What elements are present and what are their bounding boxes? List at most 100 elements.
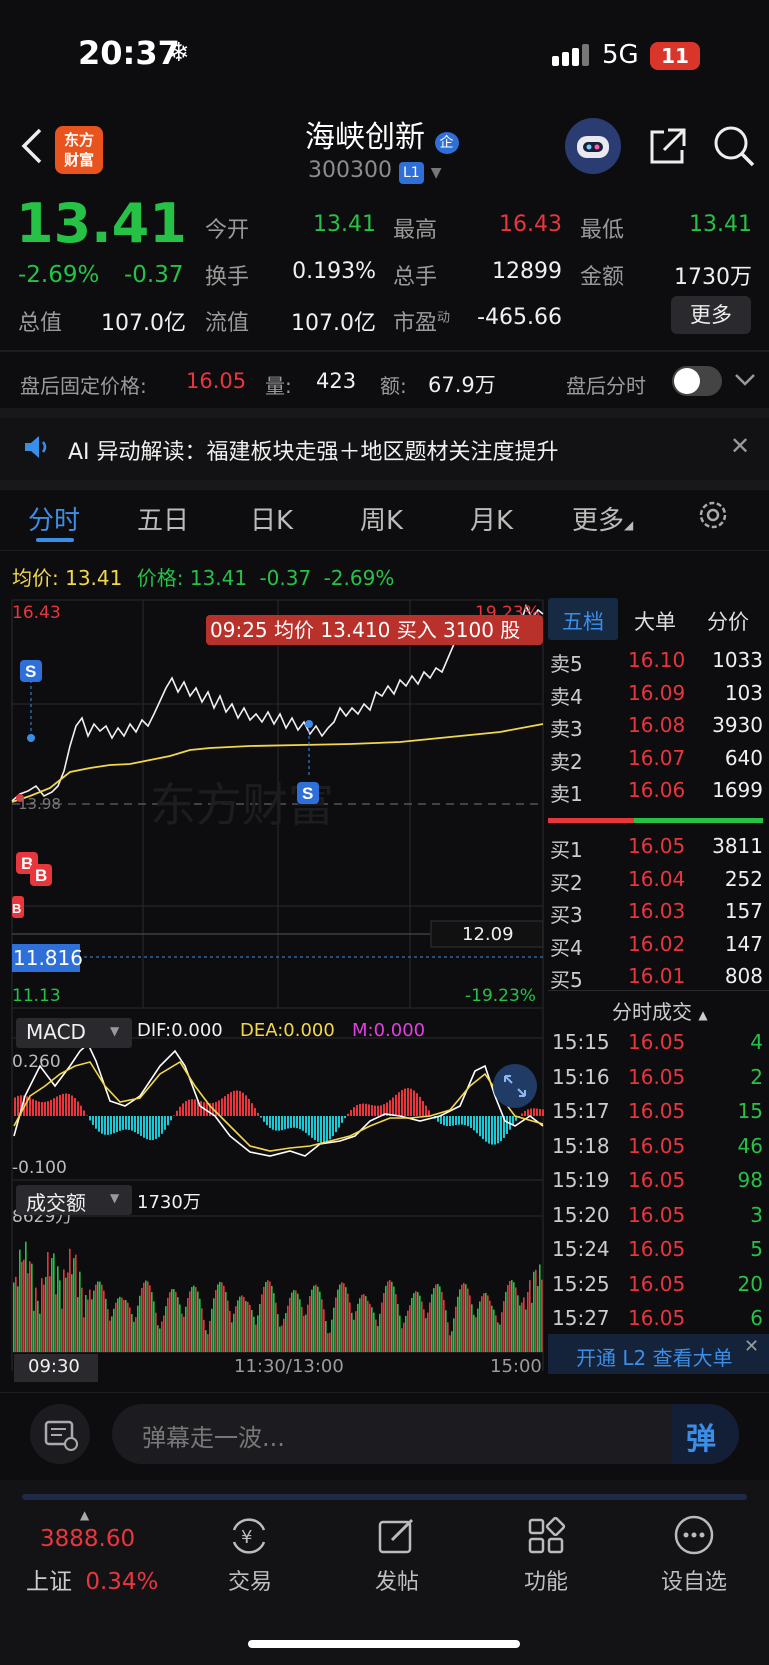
volume-value: 1730万 (137, 1192, 201, 1213)
danmu-input[interactable]: 弹幕走一波... (112, 1404, 739, 1464)
volume-bar (285, 1313, 287, 1352)
volume-bar (71, 1274, 73, 1352)
macd-bar (185, 1101, 187, 1116)
danmu-toggle-icon[interactable] (30, 1404, 90, 1464)
tick-row: 15:25 16.05 20 (552, 1272, 763, 1302)
macd-selector[interactable]: MACD ▼ (16, 1018, 132, 1048)
macd-bar (359, 1103, 361, 1116)
tab-monthly-k[interactable]: 月K (470, 500, 513, 537)
ask-row[interactable]: 卖2 16.07 640 (548, 746, 763, 776)
open-value: 13.41 (313, 212, 376, 237)
macd-bar (110, 1116, 112, 1135)
volume-bar (271, 1285, 273, 1352)
robot-assistant-icon[interactable] (565, 118, 621, 174)
status-time: 20:37 (78, 34, 180, 72)
level-label: 卖4 (550, 684, 583, 709)
bid-row[interactable]: 买3 16.03 157 (548, 899, 763, 929)
close-icon[interactable]: ✕ (744, 1336, 759, 1357)
volume-bar (49, 1276, 51, 1352)
tick-price: 16.05 (628, 1030, 686, 1054)
level-price: 16.02 (628, 931, 686, 956)
macd-bar (125, 1116, 127, 1130)
tab-price-dist[interactable]: 分价 (707, 606, 749, 636)
volume-bar (15, 1276, 17, 1352)
volume-selector[interactable]: 成交额 ▼ (16, 1185, 132, 1215)
sell-mark[interactable]: S (25, 662, 36, 681)
level-volume: 147 (724, 931, 763, 956)
trade-icon[interactable]: ¥ (226, 1516, 272, 1560)
macd-bar (113, 1116, 115, 1134)
macd-bar (119, 1116, 121, 1131)
tab-big-orders[interactable]: 大单 (634, 606, 676, 636)
tab-weekly-k[interactable]: 周K (360, 500, 403, 537)
ask-row[interactable]: 卖1 16.06 1699 (548, 778, 763, 808)
pe-value: -465.66 (477, 305, 562, 330)
turnover-label: 换手 (205, 265, 250, 290)
volume-bar (127, 1302, 129, 1352)
share-icon[interactable] (646, 126, 688, 172)
macd-bar (368, 1104, 370, 1116)
ask-row[interactable]: 卖4 16.09 103 (548, 681, 763, 711)
afterhours-toggle[interactable] (672, 366, 722, 396)
ask-row[interactable]: 卖3 16.08 3930 (548, 713, 763, 743)
expand-chart-button[interactable] (493, 1064, 537, 1108)
volume-bar (131, 1314, 133, 1352)
macd-bar (242, 1092, 244, 1116)
index-ticker[interactable]: 上证 0.34% (26, 1562, 158, 1596)
close-icon[interactable]: ✕ (730, 432, 750, 460)
bid-row[interactable]: 买2 16.04 252 (548, 867, 763, 897)
volume-bar (21, 1261, 23, 1352)
buy-mark[interactable]: B (35, 866, 47, 885)
bid-row[interactable]: 买1 16.05 3811 (548, 834, 763, 864)
low-label: 最低 (580, 218, 625, 243)
volume-bar (205, 1330, 207, 1352)
l2-banner[interactable]: 开通 L2 查看大单 ✕ (548, 1334, 769, 1374)
intraday-chart[interactable]: 东方财富 S S B B B 16.43 19.23% 13.98 09:25 … (0, 596, 545, 1386)
settings-gear-icon[interactable] (696, 498, 730, 536)
turnover-value: 0.193% (292, 259, 376, 284)
macd-bar (497, 1116, 499, 1144)
nav-post[interactable]: 发帖 (357, 1564, 437, 1596)
ai-banner-text: AI 异动解读：福建板块走强＋地区题材关注度提升 (68, 440, 559, 465)
volume-bar (153, 1301, 155, 1352)
ticks-title[interactable]: 分时成交 ▲ (612, 996, 708, 1025)
buy-mark[interactable]: B (12, 901, 21, 916)
macd-bar (98, 1116, 100, 1132)
more-button[interactable]: 更多 (671, 296, 751, 334)
macd-bar (398, 1092, 400, 1116)
volume-bar (23, 1259, 25, 1352)
functions-icon[interactable] (526, 1516, 568, 1560)
tab-intraday[interactable]: 分时 (28, 500, 80, 537)
nav-functions[interactable]: 功能 (506, 1564, 586, 1596)
tab-orderbook[interactable]: 五档 (548, 598, 618, 640)
stock-code[interactable]: 300300 L1 ▼ (308, 158, 441, 184)
macd-bar (38, 1101, 40, 1116)
tab-daily-k[interactable]: 日K (250, 500, 293, 537)
macd-bar (50, 1099, 52, 1116)
add-watchlist-icon[interactable] (673, 1514, 715, 1560)
danmu-send-button[interactable]: 弹 (672, 1404, 739, 1464)
sell-mark[interactable]: S (302, 784, 313, 803)
volume-bar (327, 1333, 329, 1352)
ask-row[interactable]: 卖5 16.10 1033 (548, 648, 763, 678)
post-icon[interactable] (376, 1516, 418, 1560)
macd-bar (260, 1116, 262, 1118)
volume-bar (287, 1305, 289, 1352)
volume-bar (157, 1325, 159, 1352)
back-icon[interactable] (18, 126, 44, 170)
volume-bar (425, 1318, 427, 1352)
macd-bar (452, 1116, 454, 1126)
level-price: 16.07 (628, 745, 686, 770)
nav-add-watchlist[interactable]: 设自选 (650, 1564, 738, 1596)
tab-more[interactable]: 更多◢ (572, 500, 633, 537)
tab-five-day[interactable]: 五日 (137, 500, 189, 537)
search-icon[interactable] (712, 124, 756, 172)
index-value[interactable]: 3888.60 (40, 1526, 135, 1552)
bid-row[interactable]: 买4 16.02 147 (548, 932, 763, 962)
volume-bar (13, 1282, 15, 1352)
chevron-down-icon[interactable] (734, 370, 756, 394)
nav-trade[interactable]: 交易 (210, 1564, 290, 1596)
volume-bar (331, 1319, 333, 1352)
volume-bar (19, 1249, 21, 1352)
volume-bar (187, 1298, 189, 1352)
